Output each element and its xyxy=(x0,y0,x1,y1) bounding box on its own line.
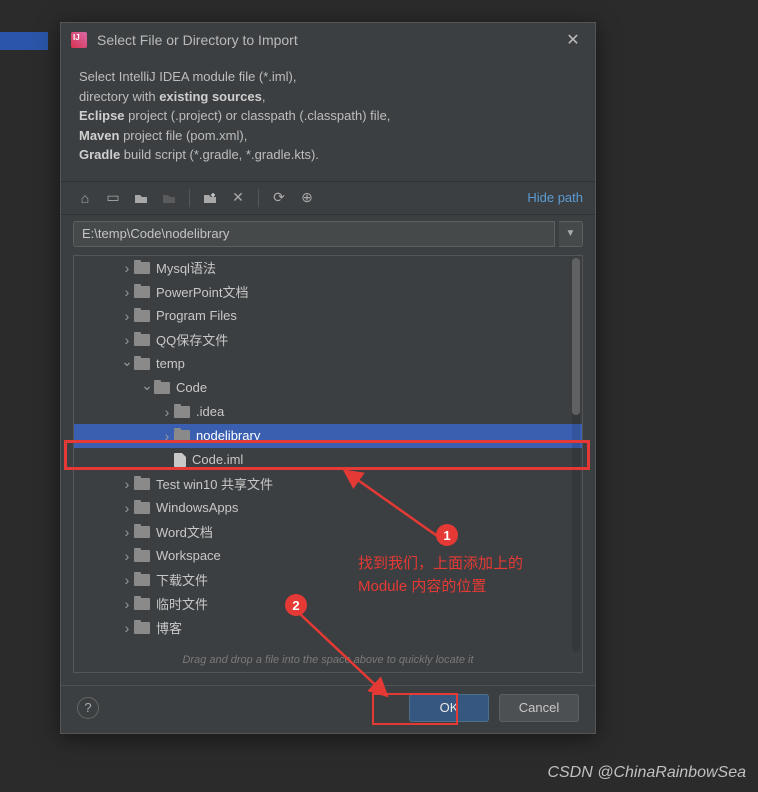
tree-item-label: Program Files xyxy=(156,308,237,323)
chevron-right-icon[interactable] xyxy=(120,524,134,540)
module-icon[interactable] xyxy=(157,186,181,210)
desktop-icon[interactable]: ▭ xyxy=(101,186,125,210)
folder-icon xyxy=(134,262,150,274)
chevron-right-icon[interactable] xyxy=(120,596,134,612)
chevron-right-icon[interactable] xyxy=(160,404,174,420)
watermark: CSDN @ChinaRainbowSea xyxy=(547,764,746,782)
tree-item-label: Word文档 xyxy=(156,522,213,541)
folder-icon xyxy=(134,574,150,586)
chevron-right-icon[interactable] xyxy=(120,572,134,588)
button-row: ? OK Cancel xyxy=(61,685,595,733)
tree-item[interactable]: Program Files xyxy=(74,304,582,328)
folder-icon xyxy=(134,310,150,322)
tree-item-label: .idea xyxy=(196,404,224,419)
tree-item-label: Code xyxy=(176,380,207,395)
tree-item[interactable]: 博客 xyxy=(74,616,582,640)
chevron-right-icon[interactable] xyxy=(120,500,134,516)
path-row: ▼ xyxy=(61,215,595,255)
scrollbar-thumb[interactable] xyxy=(572,258,580,416)
close-icon[interactable]: ✕ xyxy=(561,30,585,50)
chevron-down-icon[interactable] xyxy=(120,355,134,372)
tree-item[interactable]: nodelibrary xyxy=(74,424,582,448)
tree-item[interactable]: WindowsApps xyxy=(74,496,582,520)
cancel-button[interactable]: Cancel xyxy=(499,694,579,722)
folder-icon xyxy=(134,550,150,562)
folder-icon xyxy=(134,478,150,490)
folder-icon xyxy=(134,358,150,370)
chevron-right-icon[interactable] xyxy=(120,308,134,324)
folder-icon xyxy=(134,286,150,298)
tree-item[interactable]: QQ保存文件 xyxy=(74,328,582,352)
tree-item-label: QQ保存文件 xyxy=(156,330,228,349)
scrollbar[interactable] xyxy=(572,258,580,653)
hide-path-link[interactable]: Hide path xyxy=(527,190,583,205)
desc-line-1: Select IntelliJ IDEA module file (*.iml)… xyxy=(79,69,296,84)
tree-item-label: Test win10 共享文件 xyxy=(156,474,273,493)
file-toolbar: ⌂ ▭ ✕ ⟳ ⊕ Hide path xyxy=(61,181,595,215)
tree-item-label: Code.iml xyxy=(192,452,243,467)
path-input[interactable] xyxy=(73,221,555,247)
tree-item-label: PowerPoint文档 xyxy=(156,282,248,301)
tree-item[interactable]: Mysql语法 xyxy=(74,256,582,280)
file-icon xyxy=(174,453,186,467)
tree-item-label: 博客 xyxy=(156,618,182,637)
tree-item[interactable]: Code xyxy=(74,376,582,400)
project-icon[interactable] xyxy=(129,186,153,210)
intellij-icon xyxy=(71,32,87,48)
chevron-right-icon[interactable] xyxy=(120,548,134,564)
import-dialog: Select File or Directory to Import ✕ Sel… xyxy=(60,22,596,734)
folder-icon xyxy=(134,622,150,634)
folder-icon xyxy=(134,502,150,514)
tree-item-label: WindowsApps xyxy=(156,500,238,515)
tree-item-label: 下载文件 xyxy=(156,570,208,589)
tree-item[interactable]: Code.iml xyxy=(74,448,582,472)
ok-button[interactable]: OK xyxy=(409,694,489,722)
tree-item-label: temp xyxy=(156,356,185,371)
tree-item[interactable]: .idea xyxy=(74,400,582,424)
delete-icon[interactable]: ✕ xyxy=(226,186,250,210)
tree-item[interactable]: Test win10 共享文件 xyxy=(74,472,582,496)
help-button[interactable]: ? xyxy=(77,697,99,719)
separator xyxy=(258,189,259,207)
chevron-right-icon[interactable] xyxy=(120,620,134,636)
dialog-title: Select File or Directory to Import xyxy=(97,32,561,48)
refresh-icon[interactable]: ⟳ xyxy=(267,186,291,210)
tree-item-label: nodelibrary xyxy=(196,428,260,443)
chevron-down-icon[interactable] xyxy=(140,379,154,396)
chevron-right-icon[interactable] xyxy=(120,284,134,300)
chevron-right-icon[interactable] xyxy=(120,476,134,492)
chevron-right-icon[interactable] xyxy=(120,332,134,348)
tree-item-label: Mysql语法 xyxy=(156,258,216,277)
show-hidden-icon[interactable]: ⊕ xyxy=(295,186,319,210)
tree-item[interactable]: 下载文件 xyxy=(74,568,582,592)
home-icon[interactable]: ⌂ xyxy=(73,186,97,210)
tree-item-label: Workspace xyxy=(156,548,221,563)
folder-icon xyxy=(174,430,190,442)
folder-icon xyxy=(134,526,150,538)
background-selection xyxy=(0,32,48,50)
new-folder-icon[interactable] xyxy=(198,186,222,210)
tree-item[interactable]: Workspace xyxy=(74,544,582,568)
folder-icon xyxy=(154,382,170,394)
tree-item[interactable]: PowerPoint文档 xyxy=(74,280,582,304)
tree-item-label: 临时文件 xyxy=(156,594,208,613)
tree-item[interactable]: temp xyxy=(74,352,582,376)
file-tree[interactable]: Mysql语法 PowerPoint文档 Program Files QQ保存文件 te… xyxy=(74,256,582,673)
chevron-right-icon[interactable] xyxy=(160,428,174,444)
tree-item[interactable]: 临时文件 xyxy=(74,592,582,616)
path-dropdown[interactable]: ▼ xyxy=(559,221,583,247)
titlebar: Select File or Directory to Import ✕ xyxy=(61,23,595,57)
separator xyxy=(189,189,190,207)
tree-item[interactable]: Word文档 xyxy=(74,520,582,544)
file-tree-panel: Mysql语法 PowerPoint文档 Program Files QQ保存文件 te… xyxy=(73,255,583,674)
folder-icon xyxy=(174,406,190,418)
folder-icon xyxy=(134,598,150,610)
drag-hint: Drag and drop a file into the space abov… xyxy=(74,654,582,670)
chevron-right-icon[interactable] xyxy=(120,260,134,276)
description-block: Select IntelliJ IDEA module file (*.iml)… xyxy=(61,57,595,181)
folder-icon xyxy=(134,334,150,346)
